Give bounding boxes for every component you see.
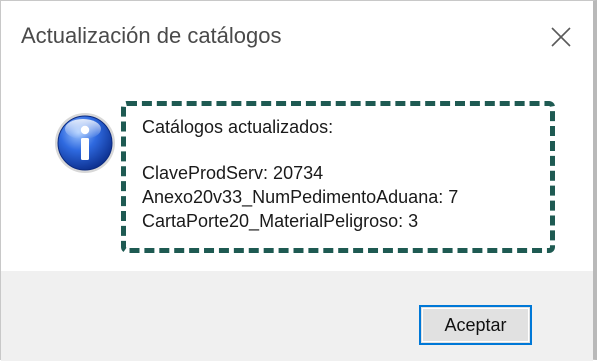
dialog-title: Actualización de catálogos [21,23,282,48]
dialog-window: Actualización de catálogos Catálogos act… [0,0,597,361]
dialog-content: Catálogos actualizados: ClaveProdServ: 2… [1,79,593,271]
dialog-footer: Aceptar [1,271,593,361]
close-button[interactable] [543,19,579,55]
close-icon [551,27,571,47]
title-bar: Actualización de catálogos [1,1,593,79]
message-line: ClaveProdServ: 20734 [142,163,324,183]
accept-button[interactable]: Aceptar [419,305,532,345]
message-line: CartaPorte20_MaterialPeligroso: 3 [142,211,419,231]
message-box: Catálogos actualizados: ClaveProdServ: 2… [121,101,555,253]
message-heading: Catálogos actualizados: [142,117,334,137]
info-icon [55,113,115,173]
message-line: Anexo20v33_NumPedimentoAduana: 7 [142,187,459,207]
